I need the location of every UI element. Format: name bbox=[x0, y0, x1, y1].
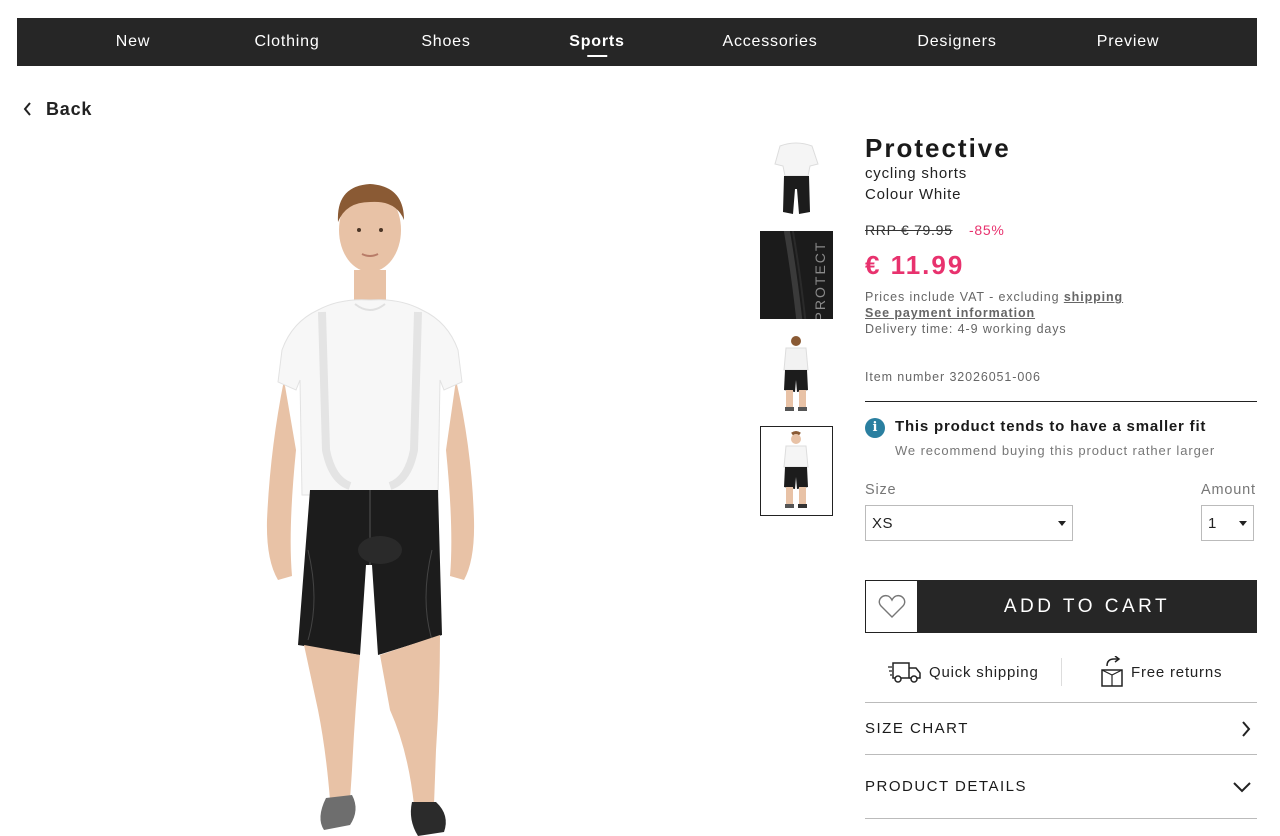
usp-divider bbox=[1061, 658, 1062, 686]
sale-price: € 11.99 bbox=[865, 250, 965, 280]
divider bbox=[865, 754, 1257, 755]
delivery-time: Delivery time: 4-9 working days bbox=[865, 322, 1067, 336]
shipping-link[interactable]: shipping bbox=[1064, 290, 1123, 304]
nav-item-accessories[interactable]: Accessories bbox=[722, 18, 817, 66]
nav-item-new[interactable]: New bbox=[116, 18, 150, 66]
usp-quick-shipping: Quick shipping bbox=[887, 656, 1039, 688]
product-details-title: PRODUCT DETAILS bbox=[865, 778, 1027, 795]
payment-info-link[interactable]: See payment information bbox=[865, 306, 1035, 320]
thumbnail-front-full[interactable] bbox=[760, 426, 833, 516]
product-details-accordion[interactable]: PRODUCT DETAILS bbox=[865, 762, 1257, 812]
vat-text: Prices include VAT - excluding bbox=[865, 290, 1064, 304]
usp-quick-shipping-label: Quick shipping bbox=[929, 663, 1039, 681]
product-colour: Colour White bbox=[865, 186, 962, 203]
back-link[interactable]: Back bbox=[22, 97, 92, 121]
thumbnail-back[interactable] bbox=[760, 332, 833, 422]
wishlist-button[interactable] bbox=[865, 580, 918, 633]
chevron-left-icon bbox=[23, 102, 31, 116]
fabric-print-text: PROTECT bbox=[812, 240, 828, 319]
main-navigation: New Clothing Shoes Sports Accessories De… bbox=[17, 18, 1257, 66]
info-icon: i bbox=[865, 418, 885, 438]
nav-item-preview[interactable]: Preview bbox=[1097, 18, 1160, 66]
nav-item-shoes[interactable]: Shoes bbox=[421, 18, 470, 66]
nav-item-designers[interactable]: Designers bbox=[917, 18, 996, 66]
discount-badge: -85% bbox=[969, 222, 1005, 238]
payment-info: See payment information bbox=[865, 306, 1035, 320]
size-chart-accordion[interactable]: SIZE CHART bbox=[865, 704, 1257, 754]
size-select[interactable]: XS bbox=[865, 505, 1073, 541]
brand-name: Protective bbox=[865, 133, 1011, 163]
caret-down-icon bbox=[1058, 521, 1066, 526]
heart-icon bbox=[878, 594, 905, 618]
size-label: Size bbox=[865, 482, 897, 498]
rrp-price: RRP € 79.95 bbox=[865, 222, 953, 238]
vat-note: Prices include VAT - excluding shipping bbox=[865, 290, 1123, 304]
size-chart-title: SIZE CHART bbox=[865, 720, 969, 737]
product-name: cycling shorts bbox=[865, 165, 968, 182]
caret-down-icon bbox=[1239, 521, 1247, 526]
amount-label: Amount bbox=[1201, 482, 1256, 498]
amount-select-value: 1 bbox=[1208, 515, 1217, 532]
nav-item-sports[interactable]: Sports bbox=[569, 18, 624, 66]
usp-free-returns: Free returns bbox=[1099, 656, 1222, 688]
thumbnail-fabric-detail[interactable]: PROTECT bbox=[760, 231, 833, 319]
nav-item-clothing[interactable]: Clothing bbox=[254, 18, 319, 66]
fit-notice-subtitle: We recommend buying this product rather … bbox=[895, 443, 1216, 458]
delivery-truck-icon bbox=[888, 662, 921, 683]
amount-select[interactable]: 1 bbox=[1201, 505, 1254, 541]
fit-notice-title: This product tends to have a smaller fit bbox=[895, 418, 1207, 435]
item-number: Item number 32026051-006 bbox=[865, 370, 1041, 384]
divider bbox=[865, 401, 1257, 402]
main-product-image bbox=[200, 150, 540, 836]
chevron-down-icon bbox=[1233, 782, 1251, 793]
back-label: Back bbox=[46, 98, 93, 119]
thumbnail-front-top[interactable] bbox=[760, 134, 833, 224]
add-to-cart-button[interactable]: ADD TO CART bbox=[917, 580, 1257, 633]
return-box-icon bbox=[1101, 656, 1123, 687]
divider bbox=[865, 702, 1257, 703]
size-select-value: XS bbox=[872, 515, 894, 532]
usp-free-returns-label: Free returns bbox=[1131, 663, 1223, 681]
divider bbox=[865, 818, 1257, 819]
chevron-right-icon bbox=[1242, 721, 1251, 737]
